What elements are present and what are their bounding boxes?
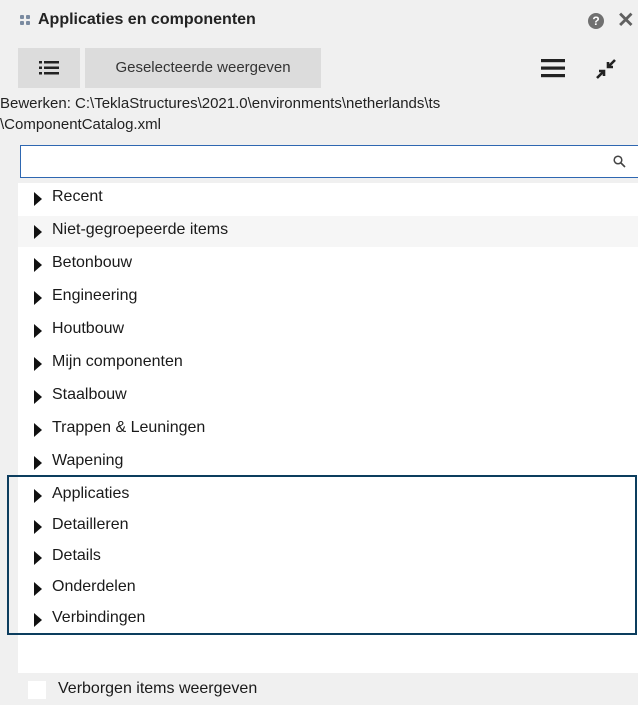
tree-item-label: Applicaties [52,485,130,502]
expand-arrow-icon[interactable] [34,613,42,627]
tree-item-label: Houtbouw [52,320,125,337]
tree-item-label: Wapening [52,452,124,469]
expand-arrow-icon[interactable] [34,489,42,503]
search-input[interactable] [25,150,609,175]
expand-arrow-icon[interactable] [34,423,42,437]
tree-item-betonbouw[interactable]: Betonbouw [18,249,638,280]
grip-icon[interactable] [20,15,34,29]
tree-item-label: Recent [52,188,103,205]
tree-item-detailleren[interactable]: Detailleren [18,511,638,542]
edit-path-info: Bewerken: C:\TeklaStructures\2021.0\envi… [0,93,630,135]
tree-item-trappen-leuningen[interactable]: Trappen & Leuningen [18,414,638,445]
expand-arrow-icon[interactable] [34,357,42,371]
edit-path-line-1: Bewerken: C:\TeklaStructures\2021.0\envi… [0,95,441,112]
tree-item-label: Details [52,547,101,564]
expand-arrow-icon[interactable] [34,258,42,272]
tree-item-label: Verbindingen [52,609,146,626]
show-hidden-items-row: Verborgen items weergeven [18,673,638,705]
tree-item-label: Trappen & Leuningen [52,419,206,436]
show-hidden-checkbox[interactable] [28,681,46,699]
hamburger-menu-icon [541,59,565,78]
help-icon[interactable]: ? [588,13,604,29]
close-icon[interactable]: ✕ [617,8,635,33]
collapse-button[interactable] [581,48,631,88]
tree-item-label: Engineering [52,287,138,304]
tree-item-label: Detailleren [52,516,129,533]
panel-title: Applicaties en componenten [38,11,256,28]
list-view-button[interactable] [18,48,80,88]
panel-titlebar: Applicaties en componenten ? ✕ [0,0,638,42]
show-hidden-label[interactable]: Verborgen items weergeven [58,680,257,698]
expand-arrow-icon[interactable] [34,551,42,565]
expand-arrow-icon[interactable] [34,192,42,206]
tree-item-staalbouw[interactable]: Staalbouw [18,381,638,412]
search-icon[interactable] [613,155,626,168]
expand-arrow-icon[interactable] [34,390,42,404]
tree-item-label: Betonbouw [52,254,133,271]
tree-item-label: Onderdelen [52,578,136,595]
tree-item-label: Niet-gegroepeerde items [52,221,229,238]
tree-item-engineering[interactable]: Engineering [18,282,638,313]
expand-arrow-icon[interactable] [34,225,42,239]
tree-item-ungrouped[interactable]: Niet-gegroepeerde items [18,216,638,247]
expand-arrow-icon[interactable] [34,520,42,534]
tree-item-houtbouw[interactable]: Houtbouw [18,315,638,346]
tree-item-recent[interactable]: Recent [18,183,638,214]
tree-item-verbindingen[interactable]: Verbindingen [18,604,638,635]
expand-arrow-icon[interactable] [34,582,42,596]
expand-arrow-icon[interactable] [34,291,42,305]
search-box [20,145,638,178]
tree-item-details[interactable]: Details [18,542,638,573]
tree-item-mijn-componenten[interactable]: Mijn componenten [18,348,638,379]
component-tree: Recent Niet-gegroepeerde items Betonbouw… [18,183,638,673]
show-selected-button[interactable]: Geselecteerde weergeven [85,48,321,88]
tree-item-label: Mijn componenten [52,353,183,370]
expand-arrow-icon[interactable] [34,324,42,338]
edit-path-line-2: \ComponentCatalog.xml [0,116,161,133]
expand-arrow-icon[interactable] [34,456,42,470]
menu-button[interactable] [531,48,575,88]
tree-item-applicaties[interactable]: Applicaties [18,480,638,511]
tree-item-wapening[interactable]: Wapening [18,447,638,478]
tree-item-onderdelen[interactable]: Onderdelen [18,573,638,604]
collapse-arrows-icon [596,59,616,79]
list-view-icon [39,61,59,75]
tree-item-label: Staalbouw [52,386,127,403]
